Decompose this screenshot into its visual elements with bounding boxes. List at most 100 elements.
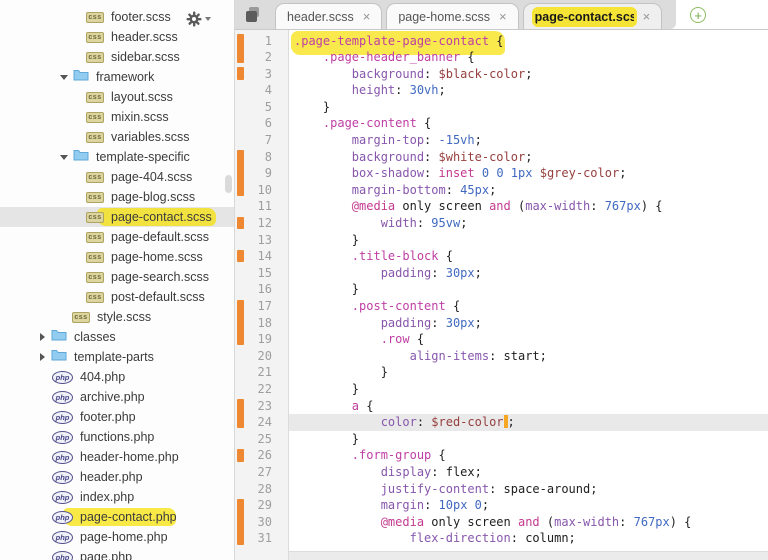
tab-close-icon[interactable]: × [363,10,371,23]
code-line-6[interactable]: 6 .page-content { [235,115,768,132]
tree-item-page-blog-scss[interactable]: csspage-blog.scss [0,187,234,207]
tree-item-style-scss[interactable]: cssstyle.scss [0,307,234,327]
tree-item-label: footer.scss [111,10,171,24]
code-token: 45px [460,183,489,197]
code-line-23[interactable]: 23 a { [235,398,768,415]
tab-page-contact-scss[interactable]: page-contact.scss× [523,3,663,29]
tree-item-label: page-404.scss [111,170,192,184]
code-line-25[interactable]: 25 } [235,431,768,448]
code-line-16[interactable]: 16 } [235,281,768,298]
code-token: 1px [511,166,533,180]
file-tree-sidebar: css footer.scss cssheader.scsscsssidebar.s… [0,0,234,560]
code-token [294,50,323,64]
code-line-18[interactable]: 18 padding: 30px; [235,315,768,332]
code-token [294,133,352,147]
tree-item-archive-php[interactable]: phparchive.php [0,387,234,407]
code-line-11[interactable]: 11 @media only screen and (max-width: 76… [235,198,768,215]
php-file-icon: php [52,391,73,404]
css-file-icon: css [86,232,104,243]
tree-item-page-home-php[interactable]: phppage-home.php [0,527,234,547]
code-token [294,199,352,213]
tree-item-index-php[interactable]: phpindex.php [0,487,234,507]
css-file-icon: css [72,312,90,323]
tree-item-404-php[interactable]: php404.php [0,367,234,387]
css-file-icon: css [86,52,104,63]
code-line-7[interactable]: 7 margin-top: -15vh; [235,132,768,149]
editor-pane: header.scss×page-home.scss×page-contact.… [234,0,768,560]
code-token: ; [475,316,482,330]
code-line-9[interactable]: 9 box-shadow: inset 0 0 1px $grey-color; [235,165,768,182]
code-token: padding [381,316,432,330]
gear-icon [186,11,202,27]
code-line-29[interactable]: 29 margin: 10px 0; [235,497,768,514]
chevron-right-icon[interactable] [40,333,45,341]
code-line-4[interactable]: 4 height: 30vh; [235,82,768,99]
code-line-20[interactable]: 20 align-items: start; [235,348,768,365]
code-token: ; [619,166,626,180]
tree-item-header-php[interactable]: phpheader.php [0,467,234,487]
code-line-21[interactable]: 21 } [235,364,768,381]
chevron-right-icon[interactable] [40,353,45,361]
code-area[interactable]: 1.page-template-page-contact {2 .page-he… [235,30,768,560]
gutter-change-marker [237,250,244,263]
code-line-30[interactable]: 30 @media only screen and (max-width: 76… [235,514,768,531]
code-token: .form-group [352,448,431,462]
tree-item-page-404-scss[interactable]: csspage-404.scss [0,167,234,187]
code-line-1[interactable]: 1.page-template-page-contact { [235,33,768,50]
horizontal-scrollbar[interactable] [289,551,768,560]
code-token: : [446,183,460,197]
code-line-24[interactable]: 24 color: $red-color; [235,414,768,431]
css-file-icon: css [86,132,104,143]
tree-item-label: page-search.scss [111,270,209,284]
tab-header-scss[interactable]: header.scss× [275,3,382,29]
code-line-27[interactable]: 27 display: flex; [235,464,768,481]
tab-page-home-scss[interactable]: page-home.scss× [386,3,518,29]
code-line-22[interactable]: 22 } [235,381,768,398]
tree-item-page-home-scss[interactable]: csspage-home.scss [0,247,234,267]
tree-item-header-scss[interactable]: cssheader.scss [0,27,234,47]
tab-close-icon[interactable]: × [499,10,507,23]
tree-item-functions-php[interactable]: phpfunctions.php [0,427,234,447]
working-files-stack-icon[interactable] [245,7,261,23]
code-token: max-width [554,515,619,529]
tree-item-variables-scss[interactable]: cssvariables.scss [0,127,234,147]
code-line-2[interactable]: 2 .page-header_banner { [235,49,768,66]
tree-item-page-search-scss[interactable]: csspage-search.scss [0,267,234,287]
code-line-13[interactable]: 13 } [235,232,768,249]
code-line-5[interactable]: 5 } [235,99,768,116]
new-tab-button[interactable]: + [690,7,706,23]
code-line-15[interactable]: 15 padding: 30px; [235,265,768,282]
chevron-down-icon[interactable] [60,155,68,160]
code-token: } [294,365,388,379]
code-line-19[interactable]: 19 .row { [235,331,768,348]
tree-item-framework[interactable]: framework [0,67,234,87]
tree-item-page-php[interactable]: phppage.php [0,547,234,560]
code-token [294,249,352,263]
tree-item-template-specific[interactable]: template-specific [0,147,234,167]
code-line-26[interactable]: 26 .form-group { [235,447,768,464]
code-line-31[interactable]: 31 flex-direction: column; [235,530,768,547]
code-token: 30px [446,266,475,280]
tree-item-layout-scss[interactable]: csslayout.scss [0,87,234,107]
code-token: ( [540,515,554,529]
tree-item-sidebar-scss[interactable]: csssidebar.scss [0,47,234,67]
tree-item-template-parts[interactable]: template-parts [0,347,234,367]
code-line-14[interactable]: 14 .title-block { [235,248,768,265]
code-line-17[interactable]: 17 .post-content { [235,298,768,315]
code-line-28[interactable]: 28 justify-content: space-around; [235,481,768,498]
code-token [294,183,352,197]
tree-item-header-home-php[interactable]: phpheader-home.php [0,447,234,467]
tree-item-footer-php[interactable]: phpfooter.php [0,407,234,427]
tree-item-mixin-scss[interactable]: cssmixin.scss [0,107,234,127]
tab-close-icon[interactable]: × [643,10,651,23]
settings-gear-button[interactable] [186,10,214,28]
tree-item-classes[interactable]: classes [0,327,234,347]
code-line-8[interactable]: 8 background: $white-color; [235,149,768,166]
tree-item-post-default-scss[interactable]: csspost-default.scss [0,287,234,307]
code-line-12[interactable]: 12 width: 95vw; [235,215,768,232]
code-line-10[interactable]: 10 margin-bottom: 45px; [235,182,768,199]
sidebar-scrollbar-thumb[interactable] [225,175,232,193]
chevron-down-icon[interactable] [60,75,68,80]
code-line-3[interactable]: 3 background: $black-color; [235,66,768,83]
tree-item-page-default-scss[interactable]: csspage-default.scss [0,227,234,247]
